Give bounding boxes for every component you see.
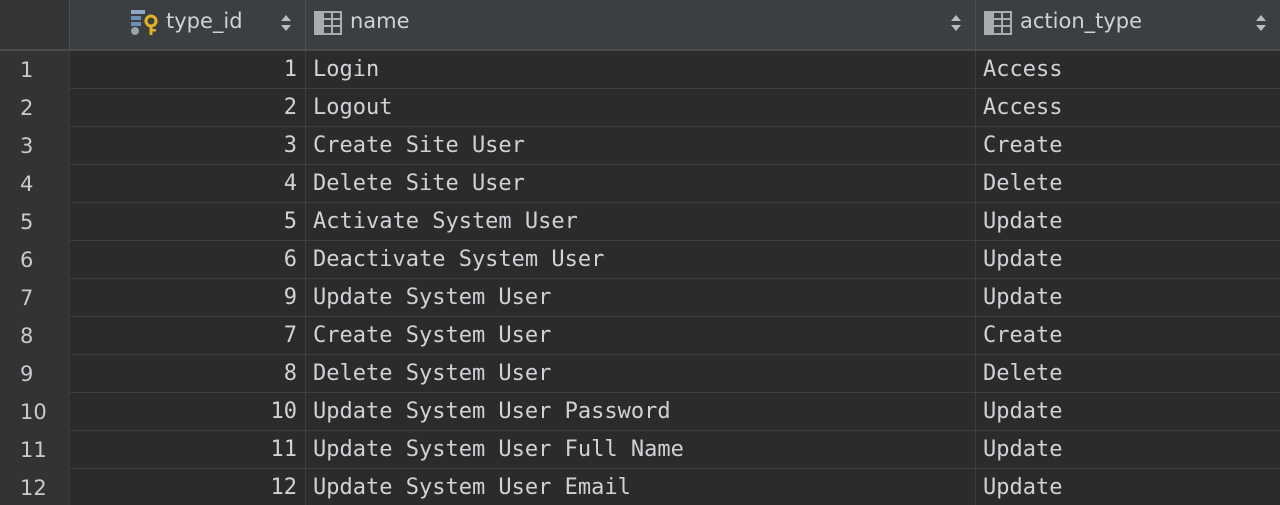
column-icon [314, 8, 344, 36]
table-row[interactable]: 11 11 Update System User Full Name Updat… [0, 431, 1280, 469]
cell-name[interactable]: Logout [306, 89, 976, 127]
table-row[interactable]: 7 9 Update System User Update [0, 279, 1280, 317]
table-row[interactable]: 8 7 Create System User Create [0, 317, 1280, 355]
cell-type-id[interactable]: 11 [70, 431, 306, 469]
sort-toggle-icon[interactable] [951, 15, 961, 31]
cell-action-type[interactable]: Delete [976, 355, 1280, 393]
cell-name[interactable]: Create System User [306, 317, 976, 355]
row-number[interactable]: 10 [0, 393, 70, 431]
column-label-type-id: type_id [166, 9, 243, 33]
cell-type-id[interactable]: 3 [70, 127, 306, 165]
cell-name[interactable]: Deactivate System User [306, 241, 976, 279]
cell-action-type[interactable]: Access [976, 89, 1280, 127]
cell-action-type[interactable]: Update [976, 469, 1280, 505]
row-number[interactable]: 7 [0, 279, 70, 317]
cell-type-id[interactable]: 12 [70, 469, 306, 505]
cell-action-type[interactable]: Update [976, 241, 1280, 279]
cell-type-id[interactable]: 9 [70, 279, 306, 317]
results-grid: type_id name action_type 1 1 Login Acces… [0, 0, 1280, 505]
table-row[interactable]: 4 4 Delete Site User Delete [0, 165, 1280, 203]
table-row[interactable]: 6 6 Deactivate System User Update [0, 241, 1280, 279]
cell-name[interactable]: Update System User Email [306, 469, 976, 505]
cell-action-type[interactable]: Update [976, 431, 1280, 469]
row-number[interactable]: 12 [0, 469, 70, 505]
cell-type-id[interactable]: 8 [70, 355, 306, 393]
cell-type-id[interactable]: 1 [70, 51, 306, 89]
column-label-name: name [350, 9, 410, 33]
row-number[interactable]: 1 [0, 51, 70, 89]
cell-type-id[interactable]: 6 [70, 241, 306, 279]
sort-toggle-icon[interactable] [281, 15, 291, 31]
table-row[interactable]: 9 8 Delete System User Delete [0, 355, 1280, 393]
cell-type-id[interactable]: 4 [70, 165, 306, 203]
row-number[interactable]: 5 [0, 203, 70, 241]
column-label-action-type: action_type [1020, 9, 1143, 33]
grid-header: type_id name action_type [0, 0, 1280, 51]
column-header-action-type[interactable]: action_type [976, 0, 1280, 49]
row-number[interactable]: 4 [0, 165, 70, 203]
cell-action-type[interactable]: Access [976, 51, 1280, 89]
table-row[interactable]: 12 12 Update System User Email Update [0, 469, 1280, 505]
cell-action-type[interactable]: Update [976, 393, 1280, 431]
cell-name[interactable]: Activate System User [306, 203, 976, 241]
column-header-type-id[interactable]: type_id [70, 0, 306, 49]
table-row[interactable]: 1 1 Login Access [0, 51, 1280, 89]
cell-action-type[interactable]: Delete [976, 165, 1280, 203]
cell-action-type[interactable]: Create [976, 127, 1280, 165]
cell-action-type[interactable]: Update [976, 203, 1280, 241]
cell-name[interactable]: Update System User Password [306, 393, 976, 431]
cell-name[interactable]: Update System User Full Name [306, 431, 976, 469]
cell-type-id[interactable]: 5 [70, 203, 306, 241]
cell-name[interactable]: Login [306, 51, 976, 89]
row-number-header[interactable] [0, 0, 70, 49]
row-number[interactable]: 2 [0, 89, 70, 127]
cell-action-type[interactable]: Create [976, 317, 1280, 355]
row-number[interactable]: 11 [0, 431, 70, 469]
cell-type-id[interactable]: 7 [70, 317, 306, 355]
table-row[interactable]: 10 10 Update System User Password Update [0, 393, 1280, 431]
grid-body: 1 1 Login Access 2 2 Logout Access 3 3 C… [0, 51, 1280, 505]
sort-toggle-icon[interactable] [1256, 15, 1266, 31]
cell-name[interactable]: Delete System User [306, 355, 976, 393]
primary-key-column-icon [130, 8, 160, 36]
table-row[interactable]: 5 5 Activate System User Update [0, 203, 1280, 241]
cell-name[interactable]: Create Site User [306, 127, 976, 165]
column-header-name[interactable]: name [306, 0, 976, 49]
column-icon [984, 8, 1014, 36]
cell-name[interactable]: Update System User [306, 279, 976, 317]
table-row[interactable]: 3 3 Create Site User Create [0, 127, 1280, 165]
table-row[interactable]: 2 2 Logout Access [0, 89, 1280, 127]
row-number[interactable]: 3 [0, 127, 70, 165]
cell-type-id[interactable]: 10 [70, 393, 306, 431]
cell-type-id[interactable]: 2 [70, 89, 306, 127]
cell-action-type[interactable]: Update [976, 279, 1280, 317]
cell-name[interactable]: Delete Site User [306, 165, 976, 203]
row-number[interactable]: 6 [0, 241, 70, 279]
row-number[interactable]: 8 [0, 317, 70, 355]
row-number[interactable]: 9 [0, 355, 70, 393]
